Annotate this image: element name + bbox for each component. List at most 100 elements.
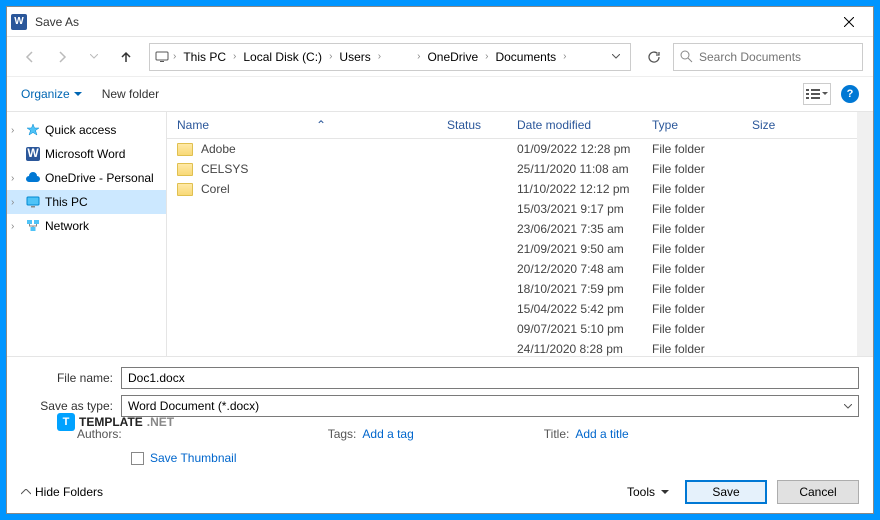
new-folder-button[interactable]: New folder: [102, 87, 159, 101]
star-icon: [25, 122, 41, 138]
content-area: ›Quick accessWMicrosoft Word›OneDrive - …: [7, 111, 873, 357]
back-button[interactable]: [17, 44, 43, 70]
file-row[interactable]: 23/06/2021 7:35 amFile folder: [167, 219, 873, 239]
up-button[interactable]: [113, 44, 139, 70]
file-row[interactable]: 09/07/2021 5:10 pmFile folder: [167, 319, 873, 339]
chevron-right-icon: ›: [11, 197, 21, 208]
folder-icon: [177, 163, 193, 176]
watermark: T TEMPLATE.NET: [57, 413, 174, 431]
form-area: File name: Save as type: Word Document (…: [7, 357, 873, 471]
column-header-date[interactable]: Date modified: [507, 112, 642, 138]
column-header-name[interactable]: Name⌃: [167, 112, 437, 138]
file-date: 15/03/2021 9:17 pm: [507, 200, 642, 218]
chevron-right-icon: ›: [484, 51, 489, 62]
chevron-down-icon: [74, 91, 82, 98]
search-icon: [680, 50, 693, 63]
sidebar-item-onedrive-personal[interactable]: ›OneDrive - Personal: [7, 166, 166, 190]
file-name: CELSYS: [201, 162, 248, 176]
file-type: File folder: [642, 160, 742, 178]
file-row[interactable]: 20/12/2020 7:48 amFile folder: [167, 259, 873, 279]
title-field[interactable]: Add a title: [575, 427, 628, 441]
filetype-label: Save as type:: [21, 399, 121, 413]
file-type: File folder: [642, 320, 742, 338]
file-date: 09/07/2021 5:10 pm: [507, 320, 642, 338]
hide-folders-button[interactable]: Hide Folders: [21, 485, 103, 499]
recent-dropdown[interactable]: [81, 44, 107, 70]
chevron-right-icon: ›: [562, 51, 567, 62]
search-box[interactable]: [673, 43, 863, 71]
column-headers: Name⌃ Status Date modified Type Size: [167, 112, 873, 139]
tools-menu[interactable]: Tools: [621, 481, 675, 503]
folder-icon: [177, 183, 193, 196]
breadcrumb-item[interactable]: Local Disk (C:): [239, 48, 326, 66]
file-row[interactable]: 18/10/2021 7:59 pmFile folder: [167, 279, 873, 299]
chevron-right-icon: ›: [416, 51, 421, 62]
save-as-dialog: W Save As › This PC › Local Disk (C:) ›: [6, 6, 874, 514]
save-thumbnail-label: Save Thumbnail: [150, 451, 237, 465]
sidebar-item-quick-access[interactable]: ›Quick access: [7, 118, 166, 142]
search-input[interactable]: [699, 50, 856, 64]
footer: Hide Folders Tools Save Cancel: [7, 471, 873, 513]
file-type: File folder: [642, 340, 742, 356]
chevron-right-icon: ›: [377, 51, 382, 62]
filename-input[interactable]: [121, 367, 859, 389]
close-button[interactable]: [829, 8, 869, 36]
window-title: Save As: [35, 15, 829, 29]
column-header-status[interactable]: Status: [437, 112, 507, 138]
file-row[interactable]: 15/03/2021 9:17 pmFile folder: [167, 199, 873, 219]
template-logo-icon: T: [57, 413, 75, 431]
file-row[interactable]: 21/09/2021 9:50 amFile folder: [167, 239, 873, 259]
file-date: 20/12/2020 7:48 am: [507, 260, 642, 278]
save-thumbnail-checkbox[interactable]: [131, 452, 144, 465]
save-button[interactable]: Save: [685, 480, 767, 504]
vertical-scrollbar[interactable]: [857, 112, 873, 356]
file-type: File folder: [642, 220, 742, 238]
organize-menu[interactable]: Organize: [21, 87, 82, 101]
file-date: 15/04/2022 5:42 pm: [507, 300, 642, 318]
tags-label: Tags:: [328, 427, 357, 441]
address-dropdown[interactable]: [606, 54, 626, 59]
view-options-button[interactable]: [803, 83, 831, 105]
file-type: File folder: [642, 200, 742, 218]
breadcrumb-item[interactable]: Documents: [491, 48, 560, 66]
file-date: 01/09/2022 12:28 pm: [507, 140, 642, 158]
file-row[interactable]: Corel11/10/2022 12:12 pmFile folder: [167, 179, 873, 199]
file-type: File folder: [642, 140, 742, 158]
svg-text:W: W: [27, 147, 39, 160]
file-date: 25/11/2020 11:08 am: [507, 160, 642, 178]
cancel-button[interactable]: Cancel: [777, 480, 859, 504]
column-header-type[interactable]: Type: [642, 112, 742, 138]
chevron-right-icon: ›: [11, 221, 21, 232]
sidebar-item-label: OneDrive - Personal: [45, 171, 154, 185]
word-icon: W: [25, 146, 41, 162]
breadcrumb-item[interactable]: OneDrive: [423, 48, 482, 66]
breadcrumb-item[interactable]: [384, 55, 414, 59]
navigation-bar: › This PC › Local Disk (C:) › Users › › …: [7, 37, 873, 77]
file-row[interactable]: 15/04/2022 5:42 pmFile folder: [167, 299, 873, 319]
titlebar: W Save As: [7, 7, 873, 37]
sidebar-item-this-pc[interactable]: › This PC: [7, 190, 166, 214]
help-button[interactable]: ?: [841, 85, 859, 103]
sidebar-item-label: Microsoft Word: [45, 147, 125, 161]
file-row[interactable]: CELSYS 25/11/2020 11:08 amFile folder: [167, 159, 873, 179]
sidebar-item-network[interactable]: ›Network: [7, 214, 166, 238]
navigation-pane: ›Quick accessWMicrosoft Word›OneDrive - …: [7, 112, 167, 356]
file-row[interactable]: Adobe01/09/2022 12:28 pmFile folder: [167, 139, 873, 159]
refresh-button[interactable]: [641, 44, 667, 70]
filetype-select[interactable]: Word Document (*.docx): [121, 395, 859, 417]
chevron-down-icon: [661, 489, 669, 496]
file-date: 21/09/2021 9:50 am: [507, 240, 642, 258]
forward-button[interactable]: [49, 44, 75, 70]
file-date: 18/10/2021 7:59 pm: [507, 280, 642, 298]
breadcrumb-item[interactable]: Users: [335, 48, 374, 66]
address-bar[interactable]: › This PC › Local Disk (C:) › Users › › …: [149, 43, 631, 71]
sidebar-item-microsoft-word[interactable]: W Microsoft Word: [7, 142, 166, 166]
breadcrumb-item[interactable]: This PC: [179, 48, 230, 66]
tags-field[interactable]: Add a tag: [362, 427, 413, 441]
column-header-size[interactable]: Size: [742, 112, 873, 138]
sidebar-item-label: This PC: [45, 195, 88, 209]
file-name: Corel: [201, 182, 230, 196]
chevron-right-icon: ›: [11, 125, 21, 136]
file-row[interactable]: 24/11/2020 8:28 pmFile folder: [167, 339, 873, 356]
file-type: File folder: [642, 240, 742, 258]
